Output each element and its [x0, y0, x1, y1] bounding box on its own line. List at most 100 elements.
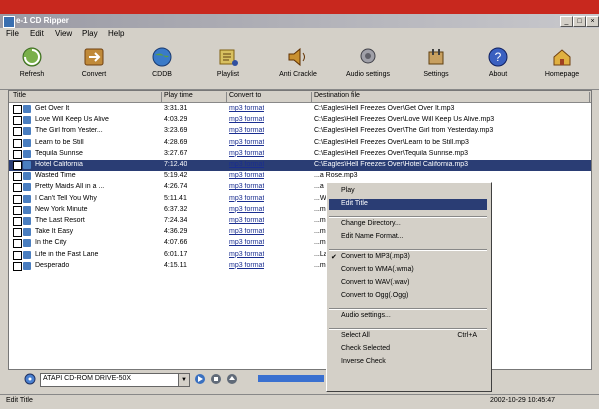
table-row[interactable]: Pretty Maids All in a ... 4:26.74 mp3 form… — [9, 182, 591, 193]
context-menu-item[interactable]: Inverse Check — [341, 358, 386, 365]
track-format: mp3 format — [229, 172, 264, 179]
table-row[interactable]: Tequila Sunrise 3:27.67 mp3 format C:\Eagle… — [9, 149, 591, 160]
status-datetime: 2002-10-29 10:45:47 — [490, 397, 555, 404]
context-menu-item[interactable]: Play — [341, 187, 355, 194]
menu-play[interactable]: Play — [82, 29, 98, 38]
table-row[interactable]: Love Will Keep Us Alive 4:03.29 mp3 format… — [9, 115, 591, 126]
list-header: Title Play time Convert to Destination f… — [9, 91, 591, 103]
context-menu-item[interactable]: Convert to WAV(.wav) — [341, 279, 409, 286]
table-row[interactable]: I Can't Tell You Why5:11.41mp3 format...… — [9, 194, 591, 205]
track-icon — [23, 194, 31, 203]
homepage-icon — [553, 49, 571, 66]
table-row[interactable]: In the City 4:07.66 mp3 format ...mp3 — [9, 238, 591, 249]
format-link[interactable]: mp3 format — [229, 161, 264, 168]
menu-view[interactable]: View — [55, 29, 72, 38]
row-checkbox[interactable] — [13, 138, 22, 148]
homepage-button[interactable]: Homepage — [534, 43, 590, 87]
format-link[interactable]: mp3 format — [229, 172, 264, 179]
format-link[interactable]: mp3 format — [229, 206, 264, 213]
close-button[interactable]: × — [586, 16, 599, 27]
row-checkbox[interactable] — [13, 149, 22, 159]
format-link[interactable]: mp3 format — [229, 139, 264, 146]
row-checkbox[interactable] — [13, 105, 22, 114]
playlist-button[interactable]: Playlist — [200, 43, 256, 87]
stop-icon[interactable] — [210, 373, 222, 385]
column-play-time[interactable]: Play time — [164, 92, 227, 102]
progress-bar — [258, 375, 324, 382]
format-link[interactable]: mp3 format — [229, 127, 264, 134]
play-icon[interactable] — [194, 373, 206, 385]
minimize-button[interactable]: _ — [560, 16, 573, 27]
row-checkbox[interactable] — [13, 194, 22, 204]
format-link[interactable]: mp3 format — [229, 150, 264, 157]
format-link[interactable]: mp3 format — [229, 239, 264, 246]
table-row[interactable]: The Last Resort 7:24.34 mp3 format ...mp3 — [9, 216, 591, 227]
context-menu-item[interactable]: Select All — [341, 332, 370, 339]
row-checkbox[interactable] — [13, 183, 22, 193]
table-row[interactable]: New York Minute 6:37.32 mp3 format ...mp3 — [9, 205, 591, 216]
context-menu-item[interactable]: Convert to MP3(.mp3) — [341, 253, 410, 260]
menu-edit[interactable]: Edit — [30, 29, 44, 38]
format-link[interactable]: mp3 format — [229, 116, 264, 123]
column-destination[interactable]: Destination file — [314, 92, 590, 102]
row-checkbox[interactable] — [13, 217, 22, 226]
track-title: Take It Easy — [35, 228, 74, 236]
table-row[interactable]: Hotel California 7:12.40 mp3 format C:\Eagl… — [9, 160, 591, 171]
table-row[interactable]: Life in the Fast Lane6:01.17mp3 format..… — [9, 250, 591, 261]
row-checkbox[interactable] — [13, 205, 22, 215]
track-format: mp3 format — [229, 228, 264, 235]
audio-settings-button[interactable]: Audio settings — [340, 43, 396, 87]
track-format: mp3 format — [229, 139, 264, 146]
eject-icon[interactable] — [226, 373, 238, 385]
column-title[interactable]: Title — [13, 92, 162, 102]
convert-button[interactable]: Convert — [66, 43, 122, 87]
refresh-button[interactable]: Refresh — [4, 43, 60, 87]
format-link[interactable]: mp3 format — [229, 195, 264, 202]
table-row[interactable]: Take It Easy 4:36.29 mp3 format ...mp3 — [9, 227, 591, 238]
track-format: mp3 format — [229, 217, 264, 224]
column-convert-to[interactable]: Convert to — [229, 92, 312, 102]
about-button[interactable]: ? About — [470, 43, 526, 87]
format-link[interactable]: mp3 format — [229, 262, 264, 269]
chevron-down-icon[interactable]: ▼ — [178, 374, 189, 386]
track-format: mp3 format — [229, 150, 264, 157]
table-row[interactable]: Wasted Time 5:19.42 mp3 format ...a Rose.mp… — [9, 171, 591, 182]
track-destination: C:\Eagles\Hell Freezes Over\Learn to be … — [314, 138, 469, 146]
track-title: The Girl from Yester... — [35, 127, 103, 135]
track-time: 6:37.32 — [164, 205, 188, 213]
row-checkbox[interactable] — [13, 239, 22, 249]
track-title: I Can't Tell You Why — [35, 194, 97, 202]
row-checkbox[interactable] — [13, 250, 22, 260]
format-link[interactable]: mp3 format — [229, 183, 264, 190]
row-checkbox[interactable] — [13, 116, 22, 126]
maximize-button[interactable]: □ — [573, 16, 586, 27]
context-menu-item[interactable]: Convert to Ogg(.Ogg) — [341, 292, 408, 299]
row-checkbox[interactable] — [13, 228, 22, 238]
row-checkbox[interactable] — [13, 161, 22, 170]
settings-button[interactable]: Settings — [408, 43, 464, 87]
menu-help[interactable]: Help — [108, 29, 124, 38]
context-menu-item[interactable]: Audio settings... — [341, 312, 391, 319]
track-icon — [23, 105, 31, 113]
table-row[interactable]: Get Over It 3:31.31 mp3 format C:\Eagles\He… — [9, 104, 591, 115]
table-row[interactable]: Desperado 4:15.11 mp3 format ...mp3 — [9, 261, 591, 272]
format-link[interactable]: mp3 format — [229, 105, 264, 112]
format-link[interactable]: mp3 format — [229, 228, 264, 235]
anti-crackle-button[interactable]: Anti Crackle — [270, 43, 326, 87]
table-row[interactable]: Learn to be Still 4:28.69 mp3 format C:\Eag… — [9, 138, 591, 149]
row-checkbox[interactable] — [13, 261, 22, 271]
table-row[interactable]: The Girl from Yester... 3:23.69 mp3 format… — [9, 126, 591, 137]
context-menu-item[interactable]: Change Directory... — [341, 220, 401, 227]
menu-file[interactable]: File — [6, 29, 19, 38]
check-icon: ✔ — [331, 254, 337, 261]
context-menu-item[interactable]: Convert to WMA(.wma) — [341, 266, 414, 273]
format-link[interactable]: mp3 format — [229, 217, 264, 224]
drive-select[interactable]: ATAPI CD-ROM DRIVE-50X ▼ — [40, 373, 190, 387]
cddb-button[interactable]: CDDB — [134, 43, 190, 87]
context-menu-item[interactable]: Edit Name Format... — [341, 233, 404, 240]
format-link[interactable]: mp3 format — [229, 251, 264, 258]
context-menu-item[interactable]: Check Selected — [341, 345, 390, 352]
context-menu-item[interactable]: Edit Title — [341, 200, 368, 207]
row-checkbox[interactable] — [13, 127, 22, 137]
row-checkbox[interactable] — [13, 172, 22, 182]
